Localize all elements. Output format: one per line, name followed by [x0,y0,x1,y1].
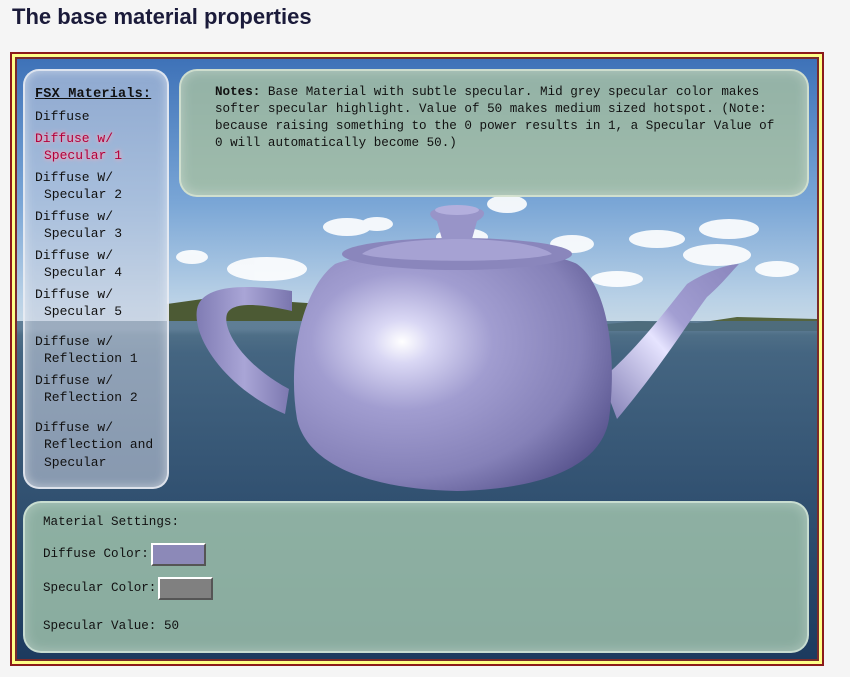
material-item-specular-3[interactable]: Diffuse w/ Specular 3 [35,208,159,243]
notes-text: Base Material with subtle specular. Mid … [215,85,775,150]
diffuse-color-label: Diffuse Color: [43,547,149,561]
diffuse-color-row: Diffuse Color: [43,541,791,567]
material-item-reflection-2[interactable]: Diffuse w/ Reflection 2 [35,372,159,407]
render-viewport: FSX Materials: Diffuse Diffuse w/ Specul… [15,57,819,661]
materials-list: Diffuse Diffuse w/ Specular 1 Diffuse W/… [35,108,159,471]
notes-panel: Notes: Base Material with subtle specula… [179,69,809,197]
settings-title: Material Settings: [43,515,180,529]
specular-value-row: Specular Value: 50 [43,613,791,639]
diffuse-color-swatch [150,542,206,566]
material-item-specular-1[interactable]: Diffuse w/ Specular 1 [35,130,159,165]
material-settings-panel: Material Settings: Diffuse Color: Specul… [23,501,809,653]
specular-color-swatch [158,576,214,600]
materials-title: FSX Materials: [35,87,152,102]
specular-value-label: Specular Value: [43,619,157,633]
specular-color-label: Specular Color: [43,581,157,595]
material-item-specular-5[interactable]: Diffuse w/ Specular 5 [35,286,159,321]
material-item-specular-2[interactable]: Diffuse W/ Specular 2 [35,169,159,204]
material-item-specular-4[interactable]: Diffuse w/ Specular 4 [35,247,159,282]
notes-label: Notes: [215,85,261,99]
material-item-reflection-specular[interactable]: Diffuse w/ Reflection and Specular [35,419,159,472]
material-item-reflection-1[interactable]: Diffuse w/ Reflection 1 [35,333,159,368]
specular-value: 50 [163,619,180,633]
specular-color-row: Specular Color: [43,575,791,601]
materials-menu: FSX Materials: Diffuse Diffuse w/ Specul… [23,69,169,489]
teapot-body [293,250,612,491]
material-item-diffuse[interactable]: Diffuse [35,108,159,126]
render-frame: FSX Materials: Diffuse Diffuse w/ Specul… [10,52,824,666]
page-title: The base material properties [12,4,312,29]
